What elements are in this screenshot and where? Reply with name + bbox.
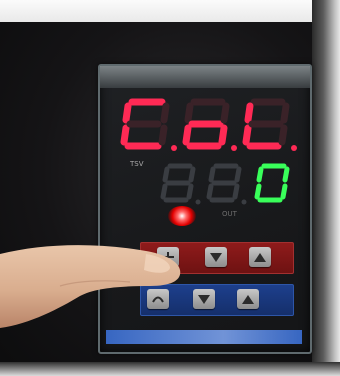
up-key[interactable]: [237, 289, 259, 309]
sv-digit-3-lit: [254, 163, 290, 203]
up-arrow-icon: [242, 295, 254, 304]
pv-digit-3: [242, 98, 290, 150]
pv-display: [120, 98, 297, 151]
cabinet-edge: [0, 0, 340, 22]
pv-digit-1: [120, 98, 170, 150]
pv-digit-2: [182, 98, 230, 150]
down-key[interactable]: [205, 247, 227, 267]
sv-decimal-dot: [195, 199, 201, 205]
down-arrow-icon: [198, 295, 210, 304]
sv-digit-2-unlit: [206, 163, 242, 203]
sv-digit-1-unlit: [160, 163, 196, 203]
sv-decimal-dot: [241, 199, 247, 205]
sv-display: [160, 163, 290, 205]
cabinet-edge: [0, 362, 340, 376]
photo-scene: TSV OUT: [0, 0, 340, 376]
down-key[interactable]: [193, 289, 215, 309]
up-key[interactable]: [249, 247, 271, 267]
brand-strip: [106, 330, 302, 344]
panel-top-strip: [100, 66, 310, 88]
pv-decimal-dot: [171, 145, 177, 151]
down-arrow-icon: [210, 253, 222, 262]
pressing-finger: [0, 245, 181, 328]
output-indicator-led: [168, 206, 196, 226]
pv-decimal-dot: [291, 145, 297, 151]
cabinet-edge: [312, 0, 340, 376]
up-arrow-icon: [254, 253, 266, 262]
pv-decimal-dot: [231, 145, 237, 151]
led-tag: OUT: [222, 210, 237, 218]
